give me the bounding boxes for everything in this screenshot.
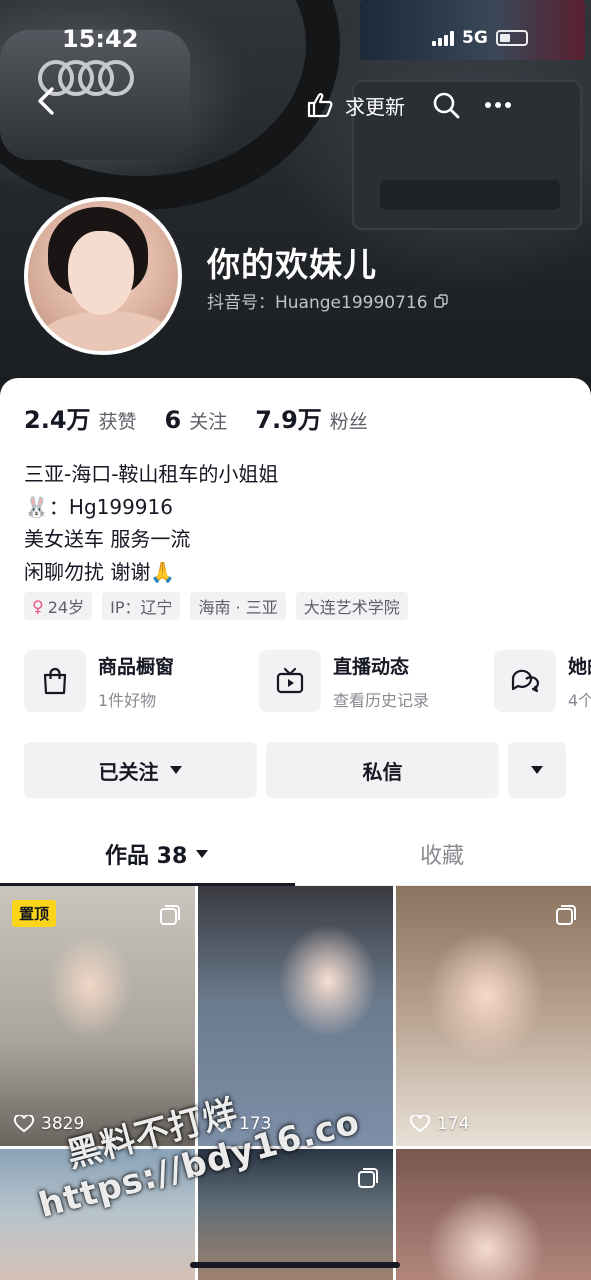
chat-bubbles-icon <box>494 650 556 712</box>
feature-title: 她的群 <box>568 655 591 678</box>
seek-update-label: 求更新 <box>345 94 405 119</box>
search-button[interactable] <box>431 90 461 120</box>
top-nav-actions: 求更新 <box>305 88 513 122</box>
tag-age: ♀ 24岁 <box>24 592 93 620</box>
copy-icon[interactable] <box>433 293 448 308</box>
stat-likes[interactable]: 2.4万 获赞 <box>24 400 137 435</box>
tv-icon <box>259 650 321 712</box>
search-icon <box>433 92 460 119</box>
tab-works[interactable]: 作品 38 <box>105 838 209 870</box>
network-type: 5G <box>462 28 488 48</box>
post-likes: 174 <box>410 1114 469 1134</box>
following-button[interactable]: 已关注 <box>24 742 257 798</box>
stat-label: 关注 <box>189 411 228 433</box>
feature-live-history[interactable]: 直播动态 查看历史记录 <box>259 650 494 712</box>
feature-subtitle: 查看历史记录 <box>333 690 430 710</box>
more-button[interactable] <box>483 90 513 120</box>
feature-title: 直播动态 <box>333 655 410 678</box>
bio-line: 美女送车 服务一流 <box>24 527 191 551</box>
chevron-left-icon <box>38 87 54 115</box>
signal-icon <box>432 30 454 46</box>
douyin-id-text: 抖音号：Huange19990716 <box>207 293 428 313</box>
feature-shop-window[interactable]: 商品橱窗 1件好物 <box>24 650 259 712</box>
heart-icon <box>410 1115 430 1133</box>
caret-down-icon <box>531 766 543 774</box>
content-tabs: 作品 38 收藏 <box>0 828 591 886</box>
caret-down-icon <box>169 766 182 774</box>
bio-line: 🐰：Hg199916 <box>24 494 173 519</box>
caret-down-icon <box>196 850 209 858</box>
following-label: 已关注 <box>98 759 159 784</box>
profile-actions: 已关注 私信 <box>24 742 566 798</box>
battery-icon <box>495 30 528 46</box>
profile-tags: ♀ 24岁 IP：辽宁 海南 · 三亚 大连艺术学院 <box>24 592 408 620</box>
stat-value: 2.4万 <box>24 406 91 434</box>
feature-groups[interactable]: 她的群 4个群 <box>494 650 591 712</box>
tag-location[interactable]: 海南 · 三亚 <box>190 592 286 620</box>
stat-followers[interactable]: 7.9万 粉丝 <box>255 400 368 435</box>
stat-value: 6 <box>164 406 182 434</box>
shopping-bag-icon <box>24 650 86 712</box>
post-thumbnail[interactable] <box>396 1149 591 1280</box>
multi-image-icon <box>556 905 576 925</box>
cover-dashboard-buttons <box>380 180 560 210</box>
tag-ip: IP：辽宁 <box>102 592 181 620</box>
stat-value: 7.9万 <box>255 406 322 434</box>
post-thumbnail[interactable]: 174 <box>396 886 591 1146</box>
feature-title: 商品橱窗 <box>98 655 175 678</box>
heart-icon <box>14 1115 34 1133</box>
stat-label: 粉丝 <box>329 411 368 433</box>
tag-age-text: 24岁 <box>47 598 85 617</box>
douyin-id[interactable]: 抖音号：Huange19990716 <box>207 288 448 313</box>
message-button[interactable]: 私信 <box>266 742 499 798</box>
nickname: 你的欢妹儿 <box>207 245 377 284</box>
profile-stats: 2.4万 获赞 6 关注 7.9万 粉丝 <box>24 400 396 435</box>
back-button[interactable] <box>34 86 60 116</box>
feature-subtitle: 1件好物 <box>98 690 157 710</box>
post-likes-count: 174 <box>437 1114 470 1134</box>
female-icon: ♀ <box>32 596 44 616</box>
pinned-badge: 置顶 <box>12 900 57 927</box>
bio: 三亚-海口-鞍山租车的小姐姐 🐰：Hg199916 美女送车 服务一流 闲聊勿扰… <box>24 458 278 588</box>
multi-image-icon <box>358 1168 378 1188</box>
more-options-button[interactable] <box>508 742 566 798</box>
tab-works-label: 作品 38 <box>105 844 188 869</box>
status-indicators: 5G <box>432 28 528 48</box>
stat-following[interactable]: 6 关注 <box>165 406 228 434</box>
tag-school[interactable]: 大连艺术学院 <box>295 592 408 620</box>
hand-point-icon <box>307 93 333 118</box>
message-label: 私信 <box>362 759 403 784</box>
bio-line: 闲聊勿扰 谢谢🙏 <box>24 559 176 584</box>
home-indicator[interactable] <box>190 1262 400 1268</box>
more-dots-icon <box>485 102 511 108</box>
avatar[interactable] <box>24 197 182 355</box>
bio-line: 三亚-海口-鞍山租车的小姐姐 <box>24 462 279 486</box>
multi-image-icon <box>160 905 180 925</box>
status-time: 15:42 <box>62 25 139 53</box>
feature-subtitle: 4个群 <box>568 690 591 710</box>
stat-label: 获赞 <box>98 411 137 433</box>
feature-entries: 商品橱窗 1件好物 直播动态 查看历史记录 她 4个 <box>24 650 591 712</box>
tab-favorites[interactable]: 收藏 <box>420 838 464 870</box>
seek-update-button[interactable]: 求更新 <box>305 91 405 120</box>
